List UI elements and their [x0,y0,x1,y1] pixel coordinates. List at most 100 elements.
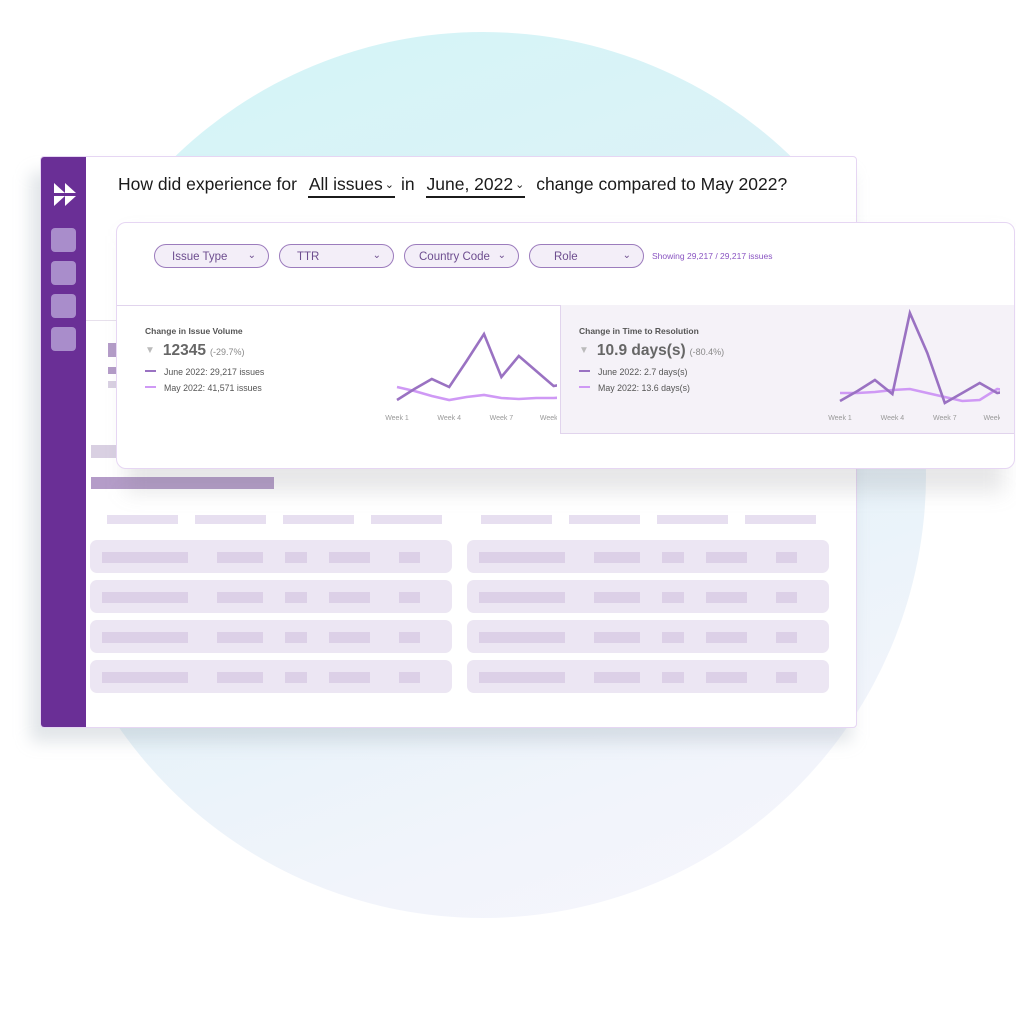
legend-label: June 2022: 29,217 issues [164,367,265,377]
cell-placeholder [776,592,797,603]
column-header-placeholder [283,515,354,524]
cell-placeholder [102,592,188,603]
table-row-placeholder[interactable] [467,540,829,573]
sidebar-nav-item-3[interactable] [51,294,76,318]
series-line-may-2022 [396,385,557,402]
cell-placeholder [776,632,797,643]
legend-label: June 2022: 2.7 days(s) [598,367,688,377]
cell-placeholder [329,672,370,683]
cell-placeholder [102,672,188,683]
x-tick-label: Week 10 [983,415,1000,422]
legend-item-june: June 2022: 2.7 days(s) [579,367,688,377]
chevron-down-icon: ⌄ [622,250,631,261]
column-header-placeholder [569,515,640,524]
filter-label: TTR [297,251,320,263]
x-tick-label: Week 4 [437,415,461,422]
cell-placeholder [399,552,420,563]
insights-panel: Issue Type ⌄ TTR ⌄ Country Code ⌄ Role ⌄ Sho… [116,222,1015,469]
sidebar-nav-item-1[interactable] [51,228,76,252]
question-middle: in [401,174,415,194]
cell-placeholder [285,552,307,563]
filter-label: Issue Type [172,251,228,263]
cell-placeholder [285,672,307,683]
table-row-placeholder[interactable] [90,660,452,693]
column-header-placeholder [195,515,266,524]
cell-placeholder [706,552,747,563]
metric-value: 12345 [162,342,207,359]
legend-swatch [145,370,156,372]
table-row-placeholder[interactable] [90,620,452,653]
chevron-down-icon: ⌄ [515,179,525,191]
showing-count: Showing 29,217 / 29,217 issues [652,251,773,261]
cell-placeholder [329,552,370,563]
sidebar-nav-item-4[interactable] [51,327,76,351]
legend-label: May 2022: 41,571 issues [164,383,262,393]
cell-placeholder [662,592,684,603]
series-line-june-2022 [396,331,557,402]
time-to-resolution-chart: Week 1Week 4Week 7Week 10Week 13Week 16 [828,308,1000,422]
filter-chip-issue-type[interactable]: Issue Type ⌄ [154,244,269,268]
placeholder-block [91,445,117,458]
issue-volume-chart: Week 1Week 4Week 7Week 10Week 13Week 16 [385,331,557,422]
sidebar-nav-item-2[interactable] [51,261,76,285]
x-tick-label: Week 10 [540,415,557,422]
filter-chip-country-code[interactable]: Country Code ⌄ [404,244,519,268]
column-header-placeholder [745,515,816,524]
cell-placeholder [706,672,747,683]
table-row-placeholder[interactable] [467,660,829,693]
legend-item-may: May 2022: 41,571 issues [145,383,262,393]
filter-chip-ttr[interactable]: TTR ⌄ [279,244,394,268]
x-tick-label: Week 4 [881,415,905,422]
cell-placeholder [479,672,565,683]
legend-item-june: June 2022: 29,217 issues [145,367,264,377]
legend-swatch [579,370,590,372]
cell-placeholder [285,632,307,643]
column-header-placeholder [481,515,552,524]
cell-placeholder [399,632,420,643]
table-row-placeholder[interactable] [90,540,452,573]
chevron-down-icon: ⌄ [372,250,381,261]
cell-placeholder [217,672,263,683]
x-tick-label: Week 7 [933,415,957,422]
sidebar [41,157,86,727]
cell-placeholder [776,552,797,563]
cell-placeholder [594,552,640,563]
cell-placeholder [662,552,684,563]
cell-placeholder [329,592,370,603]
table-row-placeholder[interactable] [467,580,829,613]
x-tick-label: Week 1 [828,415,852,422]
cell-placeholder [217,632,263,643]
month-filter-value: June, 2022 [426,174,514,194]
cell-placeholder [329,632,370,643]
cell-placeholder [102,552,188,563]
table-row-placeholder[interactable] [467,620,829,653]
metric-change: (-29.7%) [210,347,245,357]
cell-placeholder [662,632,684,643]
triangle-down-icon: ▼ [145,345,155,356]
filter-chip-role[interactable]: Role ⌄ [529,244,644,268]
cell-placeholder [479,592,565,603]
question-prefix: How did experience for [118,174,297,194]
chevron-down-icon: ⌄ [247,250,256,261]
cell-placeholder [217,592,263,603]
cell-placeholder [399,592,420,603]
column-header-placeholder [371,515,442,524]
filter-label: Country Code [419,251,490,263]
page-question: How did experience for All issues ⌄ in Jun… [118,175,818,198]
table-row-placeholder[interactable] [90,580,452,613]
cell-placeholder [594,672,640,683]
column-header-placeholder [107,515,178,524]
metric-value: 10.9 days(s) [596,342,686,359]
fast-forward-logo-icon[interactable] [52,181,78,209]
question-suffix: change compared to May 2022? [536,174,788,194]
legend-swatch [579,386,590,388]
legend-swatch [145,386,156,388]
x-tick-label: Week 7 [490,415,514,422]
chevron-down-icon: ⌄ [497,250,506,261]
month-filter-dropdown[interactable]: June, 2022 ⌄ [425,174,526,198]
cell-placeholder [479,552,565,563]
triangle-down-icon: ▼ [579,345,589,356]
issue-filter-dropdown[interactable]: All issues ⌄ [307,175,395,198]
cell-placeholder [662,672,684,683]
cell-placeholder [102,632,188,643]
